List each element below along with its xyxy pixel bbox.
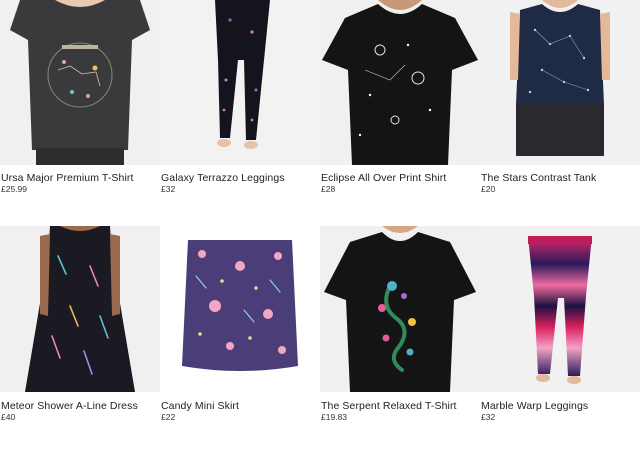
serpent-tshirt-image[interactable] bbox=[320, 226, 480, 392]
product-name[interactable]: Candy Mini Skirt bbox=[161, 400, 239, 412]
product-name[interactable]: Eclipse All Over Print Shirt bbox=[321, 172, 446, 184]
product-name[interactable]: Ursa Major Premium T-Shirt bbox=[1, 172, 134, 184]
product-name[interactable]: The Serpent Relaxed T-Shirt bbox=[321, 400, 457, 412]
product-price: £22 bbox=[161, 412, 176, 422]
product-price: £40 bbox=[1, 412, 16, 422]
ursa-major-tshirt-image[interactable] bbox=[0, 0, 160, 165]
meteor-dress-image[interactable] bbox=[0, 226, 160, 392]
candy-skirt-image[interactable] bbox=[160, 226, 320, 392]
product-name[interactable]: Meteor Shower A-Line Dress bbox=[1, 400, 138, 412]
marble-leggings-image[interactable] bbox=[480, 226, 640, 392]
product-price: £32 bbox=[161, 184, 176, 194]
product-name[interactable]: The Stars Contrast Tank bbox=[481, 172, 596, 184]
stars-tank-image[interactable] bbox=[480, 0, 640, 165]
product-price: £25.99 bbox=[1, 184, 27, 194]
product-name[interactable]: Marble Warp Leggings bbox=[481, 400, 588, 412]
product-price: £20 bbox=[481, 184, 496, 194]
product-price: £19.83 bbox=[321, 412, 347, 422]
galaxy-leggings-image[interactable] bbox=[160, 0, 320, 165]
product-grid: Ursa Major Premium T-Shirt £25.99 Galaxy… bbox=[0, 0, 640, 452]
eclipse-shirt-image[interactable] bbox=[320, 0, 480, 165]
product-name[interactable]: Galaxy Terrazzo Leggings bbox=[161, 172, 285, 184]
product-price: £32 bbox=[481, 412, 496, 422]
product-price: £28 bbox=[321, 184, 336, 194]
